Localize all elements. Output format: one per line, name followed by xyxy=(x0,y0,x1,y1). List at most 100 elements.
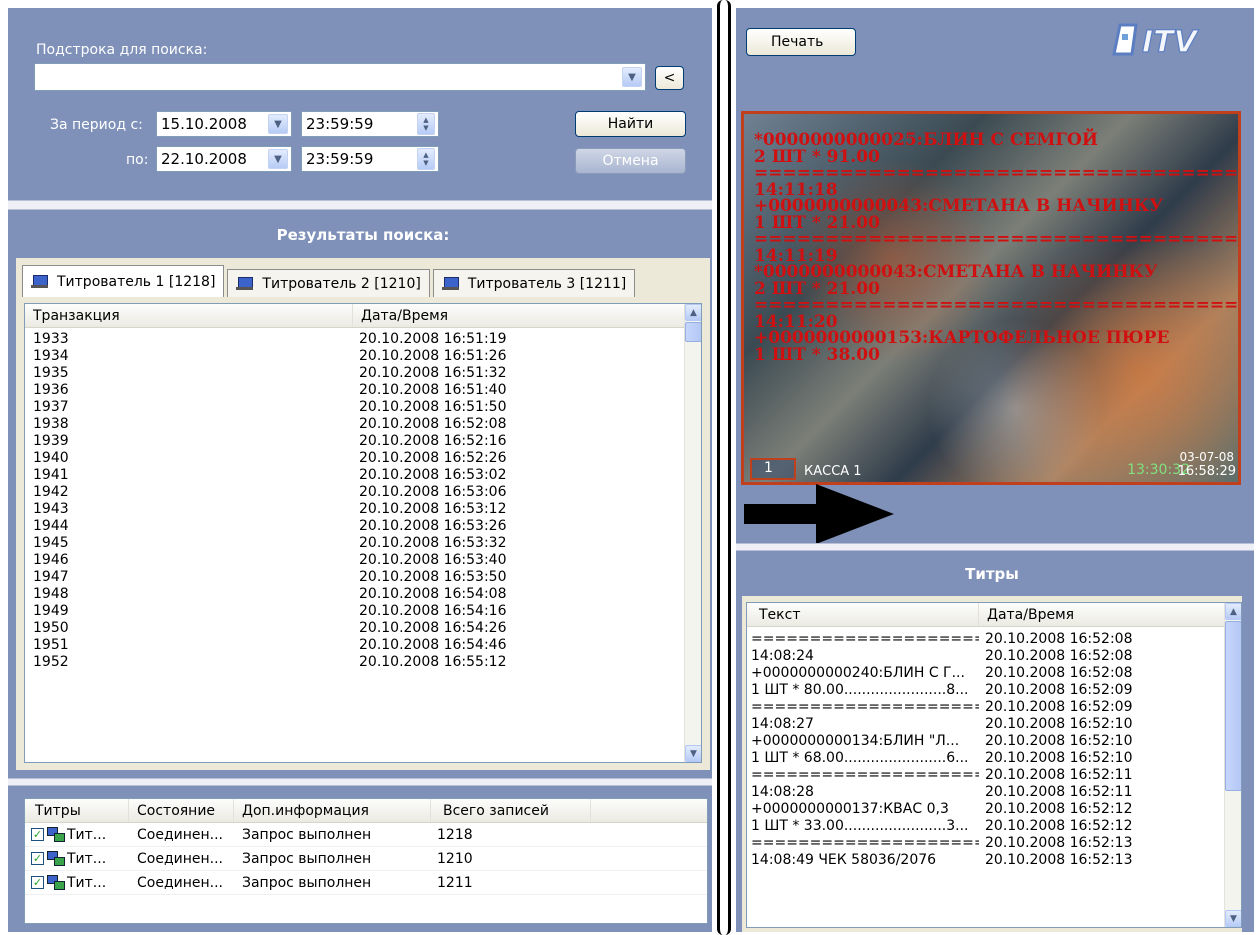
vertical-splitter[interactable] xyxy=(717,0,731,935)
overlay-text-line: 1 ШТ * 38.00 xyxy=(754,344,880,365)
checkbox-checked-icon[interactable]: ✓ xyxy=(31,852,44,865)
transactions-scrollbar[interactable]: ▲ ▼ xyxy=(684,304,701,762)
table-row[interactable]: 1943 20.10.2008 16:53:12 xyxy=(25,500,701,517)
table-row[interactable]: 1951 20.10.2008 16:54:46 xyxy=(25,636,701,653)
splitter-bottom[interactable] xyxy=(8,778,712,786)
find-button[interactable]: Найти xyxy=(575,111,686,137)
tab-titrovatel-1[interactable]: Титрователь 1 [1218] xyxy=(22,265,225,297)
list-item[interactable]: +0000000000137:КВАС 0,3 20.10.2008 16:52:… xyxy=(747,800,1241,817)
cancel-button[interactable]: Отмена xyxy=(575,148,686,174)
table-row[interactable]: 1944 20.10.2008 16:53:26 xyxy=(25,517,701,534)
time-to-spin-icon[interactable]: ▲ ▼ xyxy=(417,148,435,170)
table-row[interactable]: 1940 20.10.2008 16:52:26 xyxy=(25,449,701,466)
list-item[interactable]: ======================... 20.10.2008 16:5… xyxy=(747,698,1241,715)
transaction-id: 1937 xyxy=(33,398,69,415)
column-header-info[interactable]: Доп.информация xyxy=(234,799,431,822)
list-item[interactable]: 14:08:24 20.10.2008 16:52:08 xyxy=(747,647,1241,664)
column-header-titles-datetime[interactable]: Дата/Время xyxy=(979,603,1225,626)
titles-list[interactable]: Текст Дата/Время ======================.… xyxy=(746,602,1242,928)
title-text: ======================... xyxy=(751,698,979,715)
time-from-spin-icon[interactable]: ▲ ▼ xyxy=(417,113,435,135)
transaction-id: 1939 xyxy=(33,432,69,449)
table-row[interactable]: 1949 20.10.2008 16:54:16 xyxy=(25,602,701,619)
info-cell: Запрос выполнен xyxy=(242,850,372,867)
list-item[interactable]: ======================... 20.10.2008 16:5… xyxy=(747,630,1241,647)
column-header-transaction[interactable]: Транзакция xyxy=(25,304,353,327)
column-header-total[interactable]: Всего записей xyxy=(431,799,591,822)
titles-list-header: Текст Дата/Время xyxy=(747,603,1225,627)
table-row[interactable]: 1946 20.10.2008 16:53:40 xyxy=(25,551,701,568)
transaction-datetime: 20.10.2008 16:53:26 xyxy=(359,517,507,534)
date-to-dropdown-button[interactable]: ▼ xyxy=(268,149,288,169)
table-row[interactable]: ✓ Тит... Соединен... Запрос выполнен 1211 xyxy=(25,871,707,895)
transaction-datetime: 20.10.2008 16:52:26 xyxy=(359,449,507,466)
table-row[interactable]: 1942 20.10.2008 16:53:06 xyxy=(25,483,701,500)
search-label: Подстрока для поиска: xyxy=(36,42,208,58)
checkbox-checked-icon[interactable]: ✓ xyxy=(31,828,44,841)
table-row[interactable]: 1948 20.10.2008 16:54:08 xyxy=(25,585,701,602)
table-row[interactable]: 1941 20.10.2008 16:53:02 xyxy=(25,466,701,483)
print-button[interactable]: Печать xyxy=(746,28,856,56)
right-splitter[interactable] xyxy=(736,543,1254,551)
splitter-top[interactable] xyxy=(8,200,712,210)
search-history-back-button[interactable]: < xyxy=(655,66,684,90)
titles-scrollbar[interactable]: ▲ ▼ xyxy=(1224,603,1241,927)
list-item[interactable]: 14:08:28 20.10.2008 16:52:11 xyxy=(747,783,1241,800)
time-to-field[interactable]: 23:59:59 ▲ ▼ xyxy=(301,146,439,172)
scroll-thumb[interactable] xyxy=(685,322,701,342)
tab-titrovatel-2[interactable]: Титрователь 2 [1210] xyxy=(227,269,430,297)
transaction-id: 1946 xyxy=(33,551,69,568)
table-row[interactable]: ✓ Тит... Соединен... Запрос выполнен 1210 xyxy=(25,847,707,871)
list-item[interactable]: 1 ШТ * 80.00.......................8... 2… xyxy=(747,681,1241,698)
list-item[interactable]: +0000000000240:БЛИН С Г... 20.10.2008 16:… xyxy=(747,664,1241,681)
table-row[interactable]: 1950 20.10.2008 16:54:26 xyxy=(25,619,701,636)
list-item[interactable]: ======================... 20.10.2008 16:5… xyxy=(747,766,1241,783)
scroll-down-icon[interactable]: ▼ xyxy=(685,745,701,762)
transaction-id: 1945 xyxy=(33,534,69,551)
title-text: 1 ШТ * 80.00.......................8... xyxy=(751,681,969,698)
date-to-field[interactable]: 22.10.2008 ▼ xyxy=(156,146,292,172)
table-row[interactable]: ✓ Тит... Соединен... Запрос выполнен 1218 xyxy=(25,823,707,847)
table-row[interactable]: 1933 20.10.2008 16:51:19 xyxy=(25,330,701,347)
table-row[interactable]: 1936 20.10.2008 16:51:40 xyxy=(25,381,701,398)
time-from-field[interactable]: 23:59:59 ▲ ▼ xyxy=(301,111,439,137)
table-row[interactable]: 1945 20.10.2008 16:53:32 xyxy=(25,534,701,551)
column-header-text[interactable]: Текст xyxy=(747,603,979,626)
column-header-state[interactable]: Состояние xyxy=(129,799,234,822)
title-datetime: 20.10.2008 16:52:10 xyxy=(985,749,1133,766)
list-item[interactable]: 1 ШТ * 68.00.......................6... 2… xyxy=(747,749,1241,766)
search-dropdown-button[interactable]: ▼ xyxy=(622,67,642,87)
tab-titrovatel-3[interactable]: Титрователь 3 [1211] xyxy=(432,269,636,297)
date-from-field[interactable]: 15.10.2008 ▼ xyxy=(156,111,292,137)
scroll-thumb[interactable] xyxy=(1225,621,1241,791)
list-item[interactable]: 14:08:49 ЧЕК 58036/2076 20.10.2008 16:52:… xyxy=(747,851,1241,868)
scroll-up-icon[interactable]: ▲ xyxy=(1225,603,1241,620)
list-item[interactable]: 1 ШТ * 33.00.......................3... 2… xyxy=(747,817,1241,834)
scroll-down-icon[interactable]: ▼ xyxy=(1225,910,1241,927)
computer-icon xyxy=(31,274,49,289)
list-item[interactable]: ======================... 20.10.2008 16:5… xyxy=(747,834,1241,851)
checkbox-checked-icon[interactable]: ✓ xyxy=(31,876,44,889)
table-row[interactable]: 1939 20.10.2008 16:52:16 xyxy=(25,432,701,449)
status-table[interactable]: Титры Состояние Доп.информация Всего зап… xyxy=(24,798,708,924)
table-row[interactable]: 1947 20.10.2008 16:53:50 xyxy=(25,568,701,585)
search-input[interactable]: ▼ xyxy=(34,63,646,91)
title-datetime: 20.10.2008 16:52:11 xyxy=(985,783,1133,800)
list-item[interactable]: 14:08:27 20.10.2008 16:52:10 xyxy=(747,715,1241,732)
table-row[interactable]: 1937 20.10.2008 16:51:50 xyxy=(25,398,701,415)
title-datetime: 20.10.2008 16:52:09 xyxy=(985,681,1133,698)
video-frame[interactable]: *0000000000025:БЛИН С СЕМГОЙ 2 ШТ * 91.00… xyxy=(741,111,1241,485)
column-header-titry[interactable]: Титры xyxy=(25,799,129,822)
table-row[interactable]: 1934 20.10.2008 16:51:26 xyxy=(25,347,701,364)
results-tabs: Титрователь 1 [1218] Титрователь 2 [1210… xyxy=(22,263,638,297)
scroll-up-icon[interactable]: ▲ xyxy=(685,304,701,321)
table-row[interactable]: 1952 20.10.2008 16:55:12 xyxy=(25,653,701,670)
table-row[interactable]: 1938 20.10.2008 16:52:08 xyxy=(25,415,701,432)
column-header-datetime[interactable]: Дата/Время xyxy=(353,304,685,327)
date-from-dropdown-button[interactable]: ▼ xyxy=(268,114,288,134)
itv-logo: ITV xyxy=(1110,20,1235,61)
transactions-list[interactable]: Транзакция Дата/Время 1933 20.10.2008 16:… xyxy=(24,303,702,763)
transaction-datetime: 20.10.2008 16:55:12 xyxy=(359,653,507,670)
table-row[interactable]: 1935 20.10.2008 16:51:32 xyxy=(25,364,701,381)
list-item[interactable]: +0000000000134:БЛИН "Л... 20.10.2008 16:5… xyxy=(747,732,1241,749)
